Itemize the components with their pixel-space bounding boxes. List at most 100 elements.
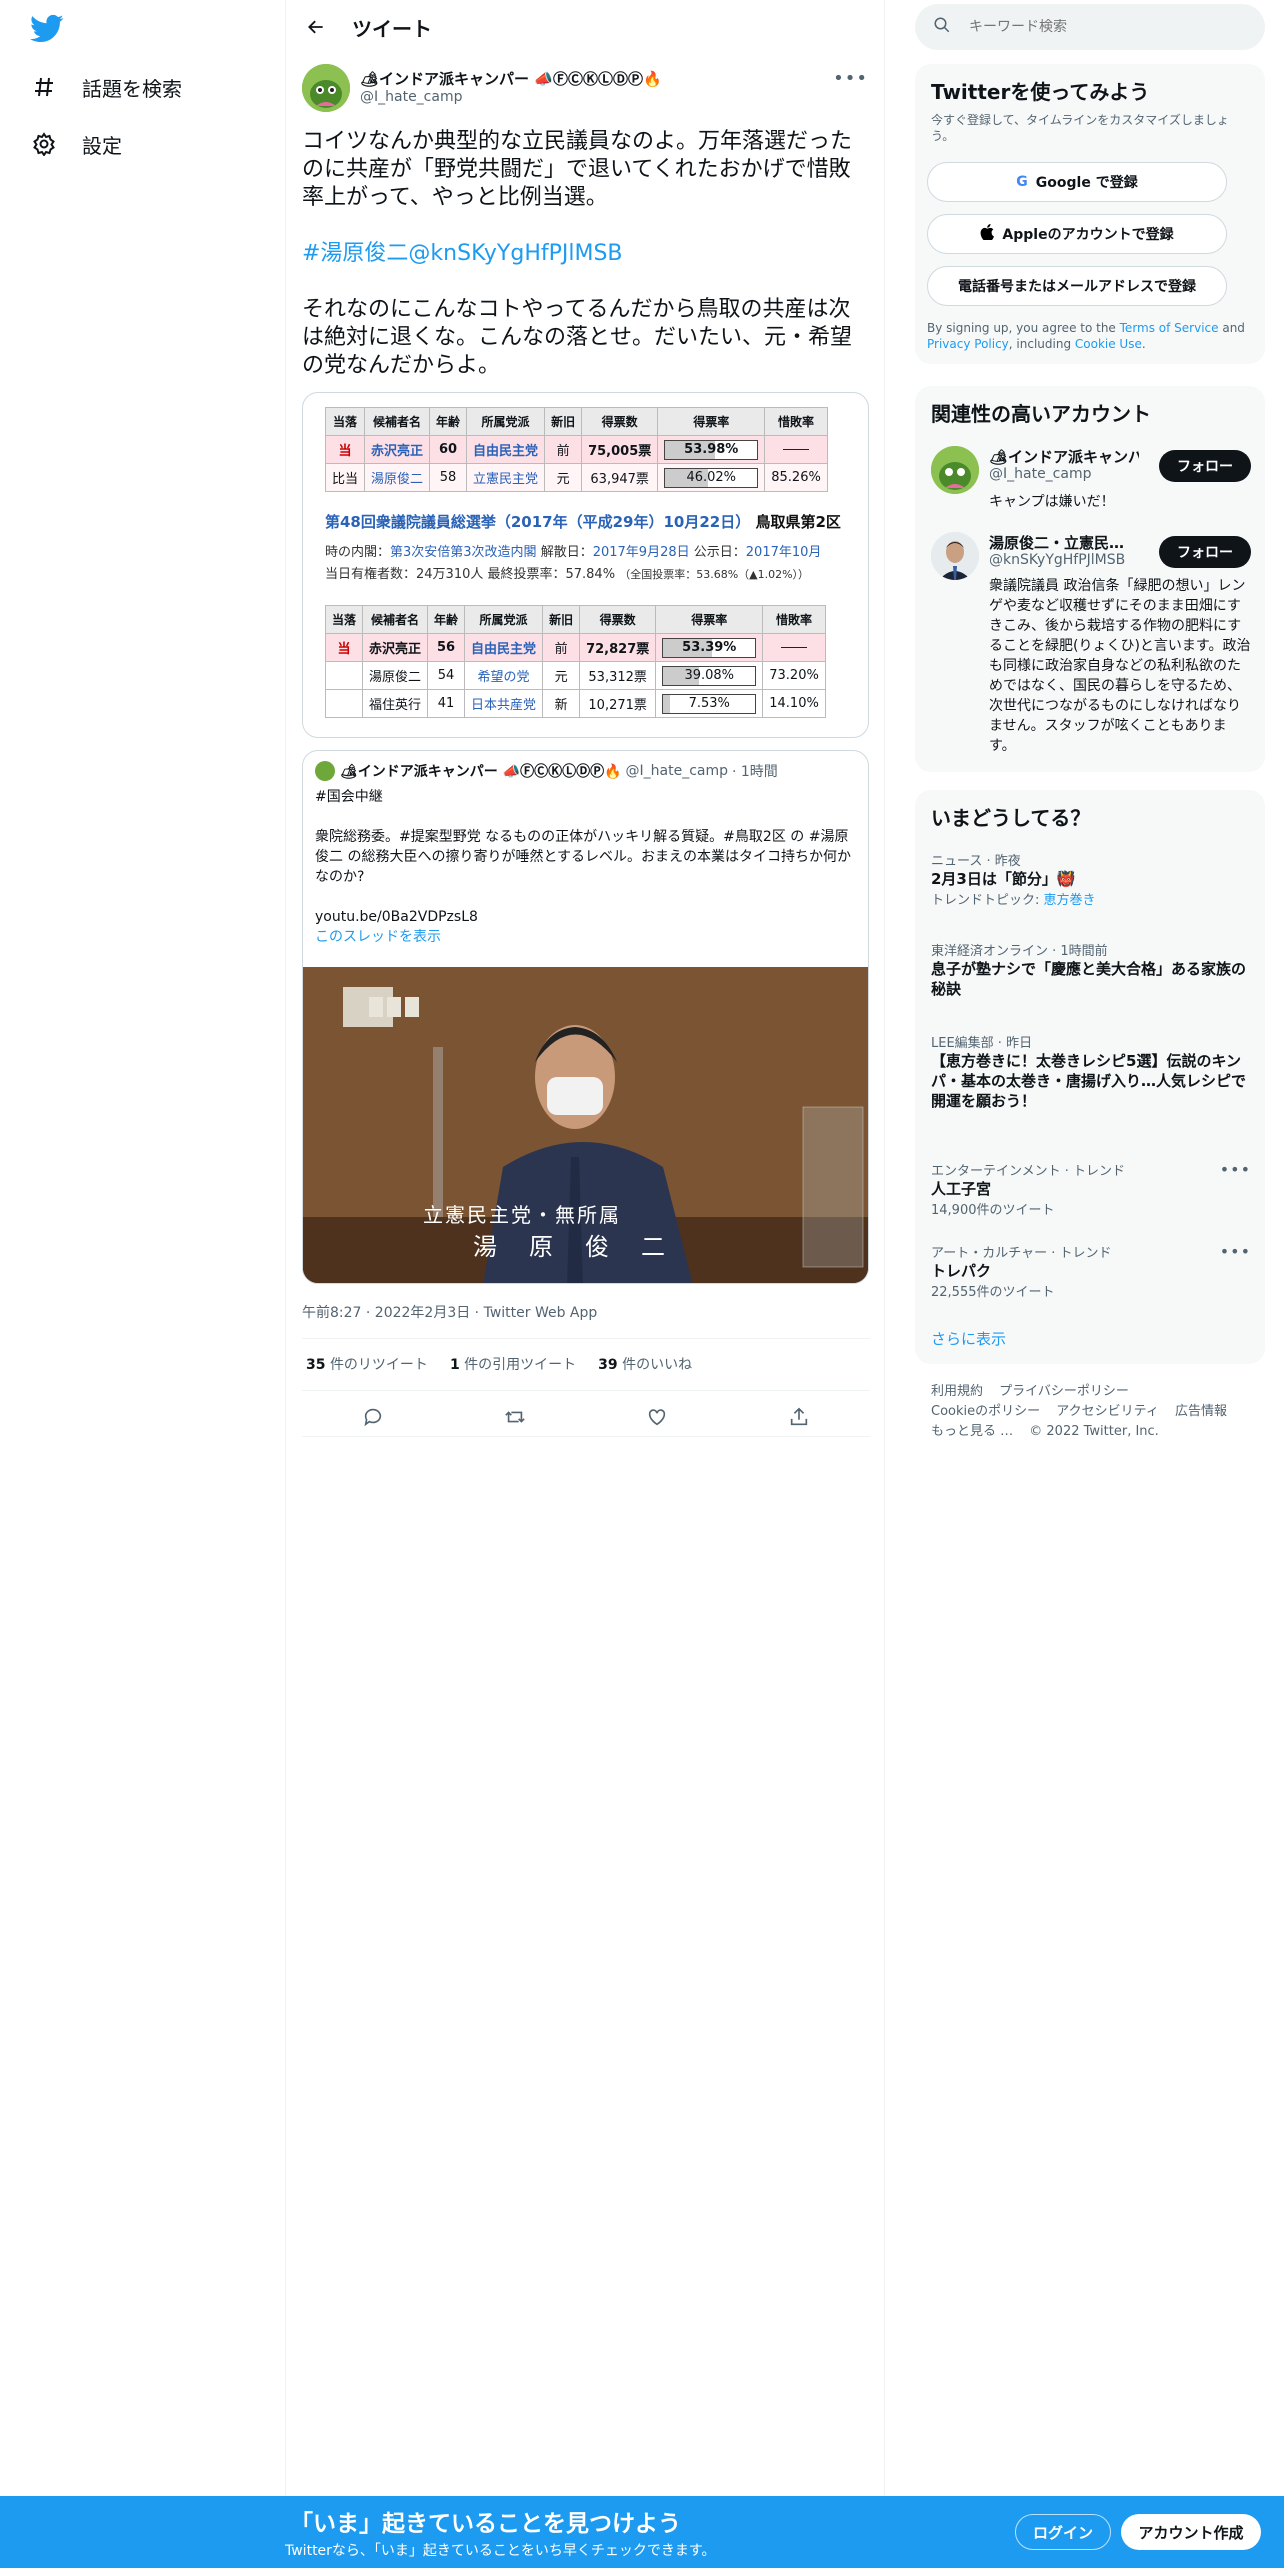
election-info-1: 時の内閣：第3次安倍第3次改造内閣 解散日：2017年9月28日 公示日：201… xyxy=(325,545,822,560)
nav-explore[interactable]: 話題を検索 xyxy=(30,67,182,107)
table-row: 福住英行 41 日本共産党 新 10,271票 7.53% 14.10% xyxy=(324,689,826,718)
page-title: ツイート xyxy=(352,16,432,41)
author-name[interactable]: 🏕インドア派キャンパー 📣ⒻⒸⓀⓁⒹⓅ🔥 xyxy=(360,68,662,89)
related-account[interactable]: 湯原俊二・立憲民… @knSKyYgHfPJlMSB 衆議院議員 政治信条「緑肥… xyxy=(931,532,1251,762)
related-title: 関連性の高いアカウント xyxy=(931,402,1151,426)
like-icon[interactable] xyxy=(640,1400,674,1434)
avatar xyxy=(931,532,979,580)
trend-topic-link[interactable]: 恵方巻き xyxy=(1044,893,1096,908)
trends-card: いまどうしてる？ ニュース · 昨夜 2月3日は「節分」👹 トレンドトピック: … xyxy=(915,790,1265,1364)
nav-settings[interactable]: 設定 xyxy=(30,124,122,164)
privacy-link[interactable]: Privacy Policy xyxy=(927,337,1009,351)
trend-item[interactable]: アート・カルチャー · トレンド トレパク 22,555件のツイート ••• xyxy=(931,1242,1251,1300)
signup-subtitle: 今すぐ登録して、タイムラインをカスタマイズしましょう。 xyxy=(931,113,1229,143)
gear-icon xyxy=(30,130,58,158)
trend-item[interactable]: LEE編集部 · 昨日 【恵方巻きに！太巻きレシピ5選】伝説のキンパ・基本の太巻… xyxy=(931,1032,1251,1111)
election-table-image[interactable]: 当落 候補者名 年齢 所属党派 新旧 得票数 得票率 惜敗率 当 赤沢亮正 60… xyxy=(302,392,869,738)
divider xyxy=(302,1436,870,1437)
table-row: 当 赤沢亮正 56 自由民主党 前 72,827票 53.39% ―― xyxy=(324,633,826,662)
rate-bar: 39.08% xyxy=(662,665,757,686)
back-arrow-icon[interactable] xyxy=(302,13,330,41)
share-icon[interactable] xyxy=(782,1400,816,1434)
quoted-video-still[interactable]: 立憲民主党・無所属 湯 原 俊 二 xyxy=(303,967,868,1283)
cell: 赤沢亮正 xyxy=(364,435,431,464)
cell: 10,271票 xyxy=(579,689,657,718)
rate-bar: 46.02% xyxy=(664,467,759,488)
col-header: 所属党派 xyxy=(466,407,546,436)
login-button[interactable]: ログイン xyxy=(1015,2514,1111,2550)
trend-title: 【恵方巻きに！太巻きレシピ5選】伝説のキンパ・基本の太巻き・唐揚げ入り…人気レシ… xyxy=(931,1052,1247,1110)
signup-button[interactable]: アカウント作成 xyxy=(1121,2514,1261,2550)
cell: 当 xyxy=(324,435,366,464)
cell: 湯原俊二 xyxy=(362,661,429,690)
cell: 14.10% xyxy=(762,689,826,718)
quote-count[interactable]: 1 件の引用ツイート xyxy=(450,1354,576,1374)
cell: 新 xyxy=(542,689,581,718)
trend-item[interactable]: エンターテインメント · トレンド 人工子宮 14,900件のツイート ••• xyxy=(931,1160,1251,1218)
table-row: 比当 湯原俊二 58 立憲民主党 元 63,947票 46.02% 85.26% xyxy=(324,463,828,492)
cell: 当 xyxy=(324,633,364,662)
show-more-link[interactable]: さらに表示 xyxy=(931,1328,1006,1349)
divider xyxy=(302,1390,870,1391)
more-options-icon[interactable]: ••• xyxy=(833,68,868,89)
search-box[interactable] xyxy=(915,4,1265,50)
retweet-count[interactable]: 35 件のリツイート xyxy=(306,1354,428,1374)
related-bio: 衆議院議員 政治信条「緑肥の想い」レンゲや麦など収穫せずにそのまま田畑にすきこみ… xyxy=(989,578,1251,754)
reply-icon[interactable] xyxy=(356,1400,390,1434)
quoted-tweet-text: #国会中継 衆院総務委。#提案型野党 なるものの正体がハッキリ解る質疑。#鳥取2… xyxy=(315,787,860,947)
col-header: 年齢 xyxy=(429,407,468,436)
twitter-logo-icon[interactable] xyxy=(30,14,64,44)
cell: 54 xyxy=(427,661,466,690)
col-header: 惜敗率 xyxy=(762,605,826,634)
cell: 53.39% xyxy=(655,633,764,662)
related-name: 湯原俊二・立憲民… xyxy=(989,534,1125,552)
cell: 元 xyxy=(542,661,581,690)
footer-link[interactable]: Cookieのポリシー xyxy=(931,1404,1040,1419)
nav-explore-label: 話題を検索 xyxy=(82,76,182,101)
terms-link[interactable]: Terms of Service xyxy=(1120,321,1219,335)
footer-link[interactable]: 利用規約 xyxy=(931,1384,983,1399)
footer-link[interactable]: 広告情報 xyxy=(1175,1404,1227,1419)
footer-link[interactable]: もっと見る … xyxy=(931,1424,1013,1439)
related-account[interactable]: 🏕インドア派キャンパー… @I_hate_camp キャンプは嫌いだ！ フォロー xyxy=(931,446,1251,526)
cookie-link[interactable]: Cookie Use xyxy=(1075,337,1142,351)
like-count[interactable]: 39 件のいいね xyxy=(598,1354,692,1374)
footer-link[interactable]: アクセシビリティ xyxy=(1056,1404,1159,1419)
col-header: 当落 xyxy=(324,407,366,436)
hashtag-icon xyxy=(30,73,58,101)
google-signup-button[interactable]: G Google で登録 xyxy=(927,162,1227,202)
rate-bar: 53.98% xyxy=(664,439,759,460)
cell: 46.02% xyxy=(657,463,766,492)
show-thread-link[interactable]: このスレッドを表示 xyxy=(315,927,860,947)
tweet-hashtag-link[interactable]: #湯原俊二@knSKyYgHfPJlMSB xyxy=(302,240,870,268)
table-header-row: 当落 候補者名 年齢 所属党派 新旧 得票数 得票率 惜敗率 xyxy=(324,407,828,436)
avatar[interactable] xyxy=(302,64,350,112)
author-handle[interactable]: @I_hate_camp xyxy=(360,89,462,105)
apple-icon xyxy=(980,224,995,244)
retweet-icon[interactable] xyxy=(498,1400,532,1434)
apple-signup-button[interactable]: Appleのアカウントで登録 xyxy=(927,214,1227,254)
nav-settings-label: 設定 xyxy=(82,133,122,158)
tweet-text-1: コイツなんか典型的な立民議員なのよ。万年落選だったのに共産が「野党共闘だ」で退い… xyxy=(302,129,853,210)
related-handle: @knSKyYgHfPJlMSB xyxy=(989,552,1126,568)
trend-item[interactable]: 東洋経済オンライン · 1時間前 息子が塾ナシで「慶應と美大合格」ある家族の秘訣 xyxy=(931,940,1251,999)
tweet-timestamp[interactable]: 午前8:27 · 2022年2月3日 · Twitter Web App xyxy=(302,1302,597,1322)
cell: 前 xyxy=(542,633,581,662)
phone-email-signup-button[interactable]: 電話番号またはメールアドレスで登録 xyxy=(927,266,1227,306)
cell: 自由民主党 xyxy=(464,633,544,662)
more-options-icon[interactable]: ••• xyxy=(1220,1160,1251,1179)
trend-title: 人工子宮 xyxy=(931,1180,992,1198)
quoted-tweet[interactable]: 🏕インドア派キャンパー 📣ⒻⒸⓀⓁⒹⓅ🔥 @I_hate_camp · 1時間 … xyxy=(302,750,869,1284)
copyright: © 2022 Twitter, Inc. xyxy=(1029,1424,1159,1439)
trend-item[interactable]: ニュース · 昨夜 2月3日は「節分」👹 トレンドトピック: 恵方巻き xyxy=(931,850,1251,908)
footer-link[interactable]: プライバシーポリシー xyxy=(999,1384,1129,1399)
col-header: 候補者名 xyxy=(364,407,431,436)
col-header: 年齢 xyxy=(427,605,466,634)
cell: 7.53% xyxy=(655,689,764,718)
more-options-icon[interactable]: ••• xyxy=(1220,1242,1251,1261)
quoted-tweet-header: 🏕インドア派キャンパー 📣ⒻⒸⓀⓁⒹⓅ🔥 @I_hate_camp · 1時間 xyxy=(315,761,778,781)
related-name: 🏕インドア派キャンパー… xyxy=(989,448,1139,466)
follow-button[interactable]: フォロー xyxy=(1159,536,1251,568)
follow-button[interactable]: フォロー xyxy=(1159,450,1251,482)
search-input[interactable] xyxy=(969,19,1229,35)
